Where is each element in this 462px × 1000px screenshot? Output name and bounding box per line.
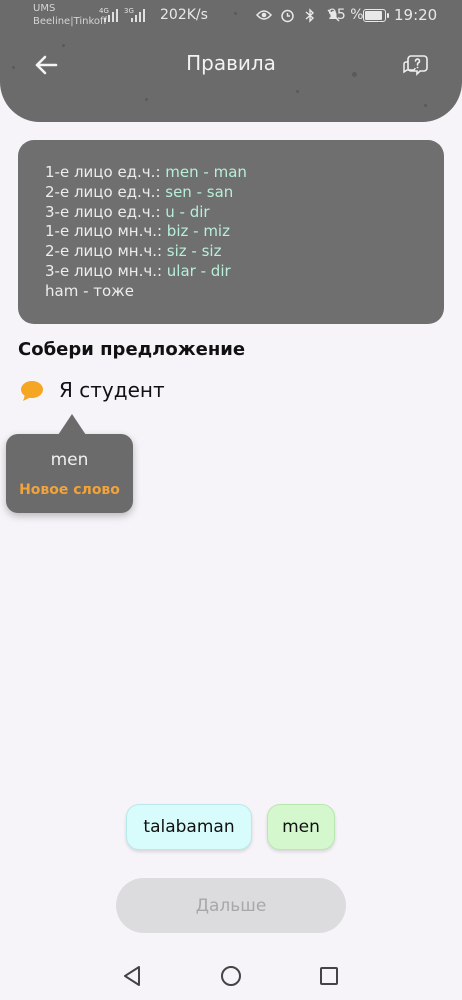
- eye-icon: [256, 7, 272, 23]
- word-choice-men[interactable]: men: [267, 804, 335, 850]
- next-button[interactable]: Дальше: [116, 878, 346, 933]
- rule-line: 3-е лицо ед.ч.: u - dir: [45, 202, 210, 221]
- app-header: UMS Beeline|Tinkoff 4G 3G 202K/s 95 % 19…: [0, 0, 462, 122]
- circle-home-icon: [221, 966, 241, 986]
- new-word-badge: Новое слово: [19, 482, 120, 498]
- clock: 19:20: [394, 6, 438, 24]
- rule-line: 2-е лицо мн.ч.: siz - siz: [45, 242, 222, 261]
- signal-icon: [131, 8, 145, 22]
- help-button[interactable]: [398, 47, 434, 83]
- triangle-back-icon: [124, 966, 140, 986]
- battery-icon: [363, 9, 389, 22]
- bluetooth-icon: [302, 7, 318, 23]
- rules-card: 1-е лицо ед.ч.: men - man 2-е лицо ед.ч.…: [18, 140, 444, 324]
- rule-line: ham - тоже: [45, 281, 134, 300]
- battery-percent: 95 %: [328, 7, 364, 23]
- alarm-icon: [279, 7, 295, 23]
- rule-line: 3-е лицо мн.ч.: ular - dir: [45, 261, 231, 280]
- page-title: Правила: [186, 51, 276, 75]
- nav-home-button[interactable]: [219, 964, 243, 988]
- rule-line: 2-е лицо ед.ч.: sen - san: [45, 182, 234, 201]
- square-recents-icon: [320, 967, 338, 985]
- carrier-1: UMS: [33, 3, 56, 14]
- speech-bubble-icon[interactable]: [20, 380, 44, 402]
- help-chat-icon: [403, 55, 428, 76]
- rule-line: 1-е лицо ед.ч.: men - man: [45, 163, 247, 181]
- network-speed: 202K/s: [160, 7, 208, 23]
- target-sentence: Я студент: [59, 378, 165, 402]
- rule-line: 1-е лицо мн.ч.: biz - miz: [45, 222, 230, 241]
- system-nav-bar: [0, 950, 462, 1000]
- carrier-2: Beeline|Tinkoff: [33, 16, 107, 27]
- word-choice-talabaman[interactable]: talabaman: [126, 804, 252, 850]
- signal-icon: [104, 8, 118, 22]
- nav-recents-button[interactable]: [317, 964, 341, 988]
- exercise-title: Собери предложение: [18, 339, 246, 360]
- nav-back-button[interactable]: [120, 964, 144, 988]
- status-bar: UMS Beeline|Tinkoff 4G 3G 202K/s 95 % 19…: [0, 0, 462, 32]
- word-tooltip: men Новое слово: [6, 414, 133, 513]
- tooltip-word: men: [50, 450, 89, 470]
